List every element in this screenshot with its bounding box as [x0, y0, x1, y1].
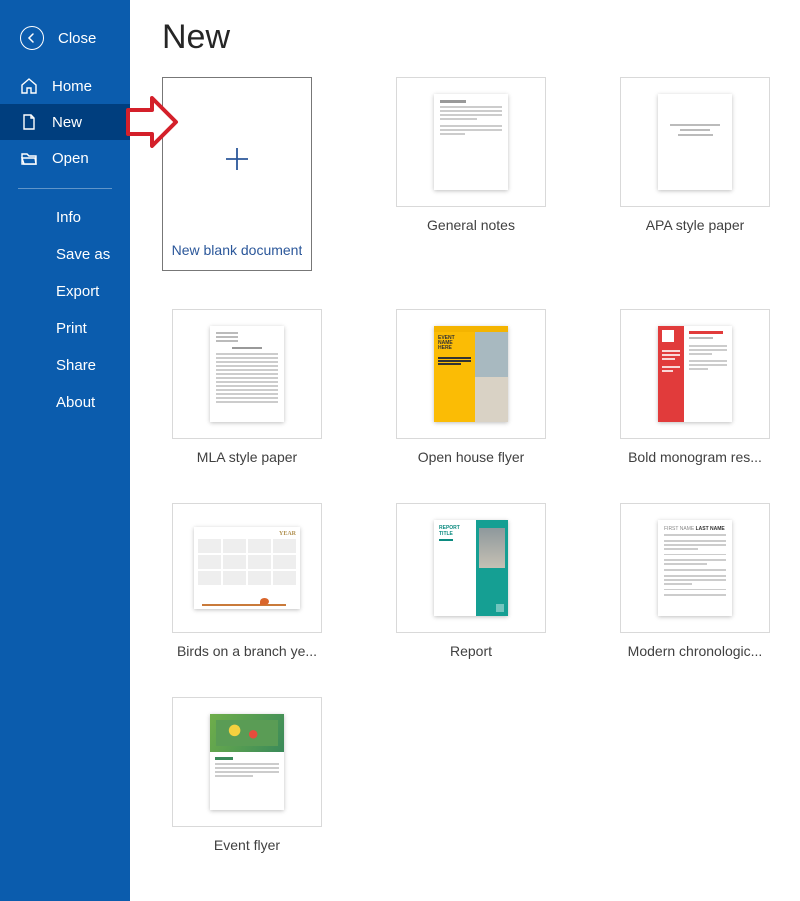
sidebar-item-share[interactable]: Share	[0, 347, 130, 384]
new-document-icon	[20, 113, 38, 131]
template-bold-monogram-resume[interactable]: Bold monogram res...	[610, 309, 780, 465]
sidebar-item-save-as[interactable]: Save as	[0, 236, 130, 273]
template-thumbnail: EVENTNAMEHERE	[396, 309, 546, 439]
template-grid: New blank document General notes	[162, 77, 780, 853]
sidebar-item-new[interactable]: New	[0, 104, 130, 140]
sidebar-divider	[18, 188, 112, 189]
template-thumbnail: REPORT TITLE	[396, 503, 546, 633]
sidebar-item-home[interactable]: Home	[0, 68, 130, 104]
template-thumbnail	[172, 309, 322, 439]
template-mla-style-paper[interactable]: MLA style paper	[162, 309, 332, 465]
home-icon	[20, 77, 38, 95]
template-thumbnail	[165, 86, 310, 232]
sidebar-item-info[interactable]: Info	[0, 199, 130, 236]
plus-icon	[222, 144, 252, 174]
sidebar-item-label: Info	[56, 209, 81, 226]
template-open-house-flyer[interactable]: EVENTNAMEHERE Open house flyer	[386, 309, 556, 465]
backstage-sidebar: Close Home New Open Info Save as Export …	[0, 0, 130, 901]
sidebar-item-label: About	[56, 394, 95, 411]
template-label: APA style paper	[646, 217, 745, 233]
template-label: Event flyer	[214, 837, 280, 853]
sidebar-item-label: Export	[56, 283, 99, 300]
sidebar-item-label: Share	[56, 357, 96, 374]
template-birds-on-a-branch[interactable]: YEAR Birds on a branch ye...	[162, 503, 332, 659]
template-thumbnail	[620, 77, 770, 207]
template-thumbnail	[172, 697, 322, 827]
sidebar-item-label: New	[52, 114, 82, 131]
template-label: Birds on a branch ye...	[177, 643, 317, 659]
back-arrow-icon	[20, 26, 44, 50]
sidebar-item-label: Open	[52, 150, 89, 167]
template-modern-chronological-resume[interactable]: FIRST NAME LAST NAME Modern chronologic.…	[610, 503, 780, 659]
template-thumbnail	[620, 309, 770, 439]
sidebar-item-label: Home	[52, 78, 92, 95]
main-panel: New New blank document General notes	[130, 0, 800, 901]
page-title: New	[162, 18, 780, 57]
template-label: MLA style paper	[197, 449, 297, 465]
sidebar-item-export[interactable]: Export	[0, 273, 130, 310]
sidebar-item-print[interactable]: Print	[0, 310, 130, 347]
template-label: Report	[450, 643, 492, 659]
template-apa-style-paper[interactable]: APA style paper	[610, 77, 780, 271]
template-event-flyer[interactable]: Event flyer	[162, 697, 332, 853]
template-thumbnail: FIRST NAME LAST NAME	[620, 503, 770, 633]
template-general-notes[interactable]: General notes	[386, 77, 556, 271]
template-label: New blank document	[172, 242, 303, 258]
template-report[interactable]: REPORT TITLE Report	[386, 503, 556, 659]
template-blank-document[interactable]: New blank document	[162, 77, 312, 271]
sidebar-item-label: Print	[56, 320, 87, 337]
sidebar-item-about[interactable]: About	[0, 384, 130, 421]
template-thumbnail	[396, 77, 546, 207]
template-label: General notes	[427, 217, 515, 233]
template-label: Modern chronologic...	[628, 643, 763, 659]
folder-open-icon	[20, 149, 38, 167]
template-thumbnail: YEAR	[172, 503, 322, 633]
sidebar-item-open[interactable]: Open	[0, 140, 130, 176]
template-label: Bold monogram res...	[628, 449, 762, 465]
template-label: Open house flyer	[418, 449, 525, 465]
close-button[interactable]: Close	[0, 18, 130, 68]
close-label: Close	[58, 30, 96, 47]
sidebar-item-label: Save as	[56, 246, 110, 263]
